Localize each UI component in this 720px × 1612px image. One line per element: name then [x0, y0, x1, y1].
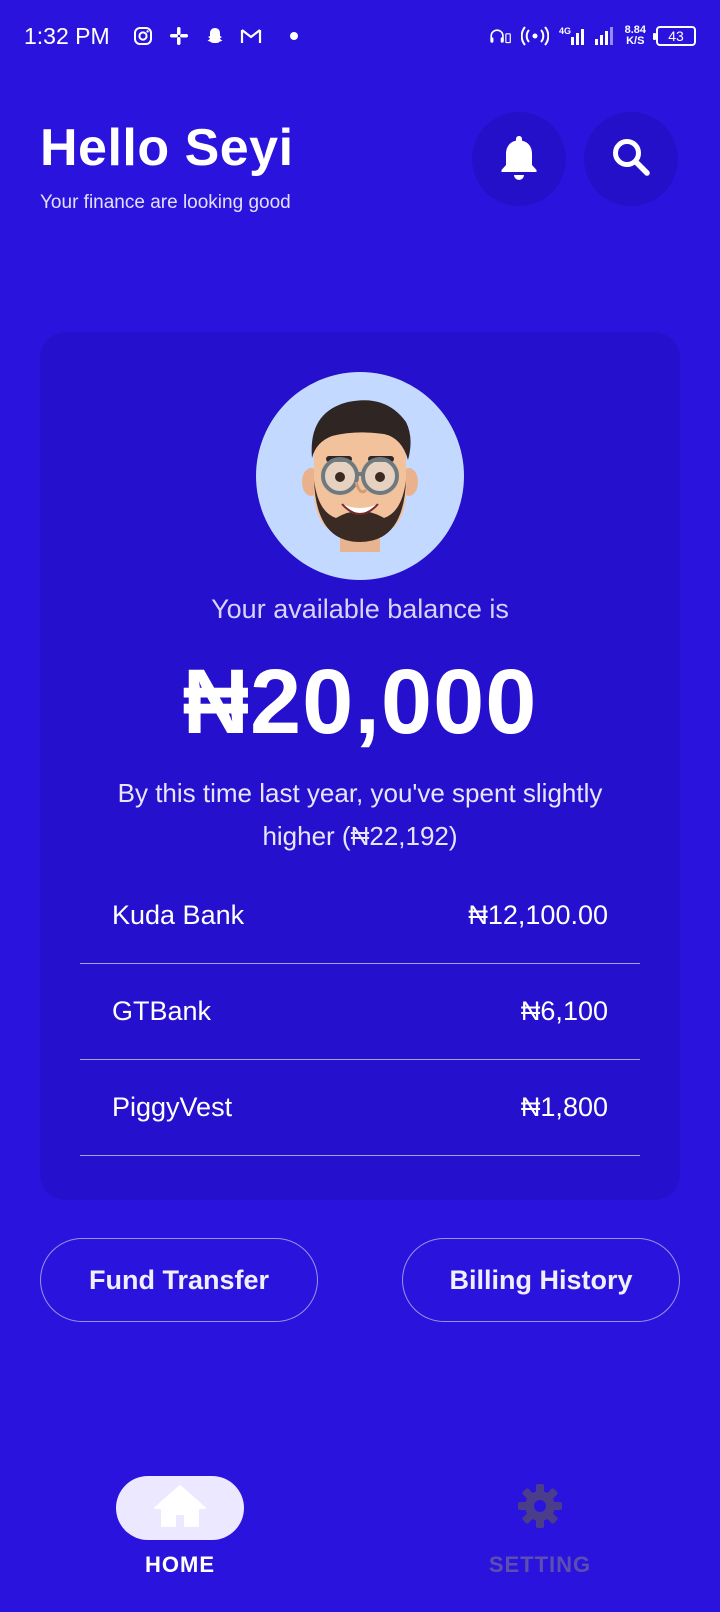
balance-card: Your available balance is ₦20,000 By thi… [40, 332, 680, 1200]
balance-amount: ₦20,000 [182, 651, 538, 753]
snapchat-icon [204, 25, 226, 47]
account-row-kuda[interactable]: Kuda Bank ₦12,100.00 [80, 868, 640, 964]
search-button[interactable] [584, 112, 678, 206]
account-name: Kuda Bank [112, 900, 245, 930]
instagram-icon [132, 25, 154, 47]
account-name: PiggyVest [112, 1092, 233, 1122]
spending-comparison: By this time last year, you've spent sli… [117, 778, 603, 851]
greeting-subtitle: Your finance are looking good [40, 192, 291, 213]
nav-setting[interactable]: SETTING [440, 1476, 640, 1578]
search-icon [609, 135, 653, 184]
status-bar: 1:32 PM 4G 8.84 K/S 43 [0, 0, 720, 72]
nav-home-pill [116, 1476, 244, 1540]
header: Hello Seyi Your finance are looking good [40, 118, 294, 214]
avatar [256, 372, 464, 580]
gmail-icon [240, 25, 262, 47]
nav-setting-pill [476, 1476, 604, 1540]
account-name: GTBank [112, 996, 212, 1026]
headset-icon [489, 25, 511, 47]
home-screen: 1:32 PM 4G 8.84 K/S 43 Hello Seyi Your f… [0, 0, 720, 1612]
battery-icon: 43 [653, 26, 696, 46]
account-amount: ₦1,800 [520, 1092, 608, 1122]
nav-setting-label: SETTING [488, 1552, 592, 1577]
greeting-title: Hello Seyi [40, 119, 294, 177]
status-time: 1:32 PM [24, 22, 110, 49]
signal-icon: 4G [559, 25, 615, 47]
nav-home-label: HOME [145, 1552, 215, 1577]
fund-transfer-button[interactable]: Fund Transfer [40, 1238, 318, 1322]
hotspot-icon [520, 25, 549, 47]
notifications-button[interactable] [472, 112, 566, 206]
slack-icon [168, 25, 190, 47]
account-row-gtbank[interactable]: GTBank ₦6,100 [80, 964, 640, 1060]
memoji-avatar-image [302, 400, 418, 552]
balance-label: Your available balance is [211, 594, 509, 624]
bell-icon [496, 132, 542, 187]
svg-text:4G: 4G [559, 26, 571, 36]
net-speed-unit: K/S [626, 35, 645, 47]
nav-home[interactable]: HOME [80, 1476, 280, 1578]
gear-icon [516, 1482, 564, 1535]
notification-dot [289, 32, 298, 40]
account-amount: ₦6,100 [520, 996, 608, 1026]
account-list: Kuda Bank ₦12,100.00 GTBank ₦6,100 Piggy… [80, 868, 640, 1156]
account-amount: ₦12,100.00 [468, 900, 608, 930]
home-icon [151, 1482, 209, 1535]
account-row-piggyvest[interactable]: PiggyVest ₦1,800 [80, 1060, 640, 1156]
net-speed: 8.84 K/S [625, 25, 646, 47]
billing-history-button[interactable]: Billing History [402, 1238, 680, 1322]
